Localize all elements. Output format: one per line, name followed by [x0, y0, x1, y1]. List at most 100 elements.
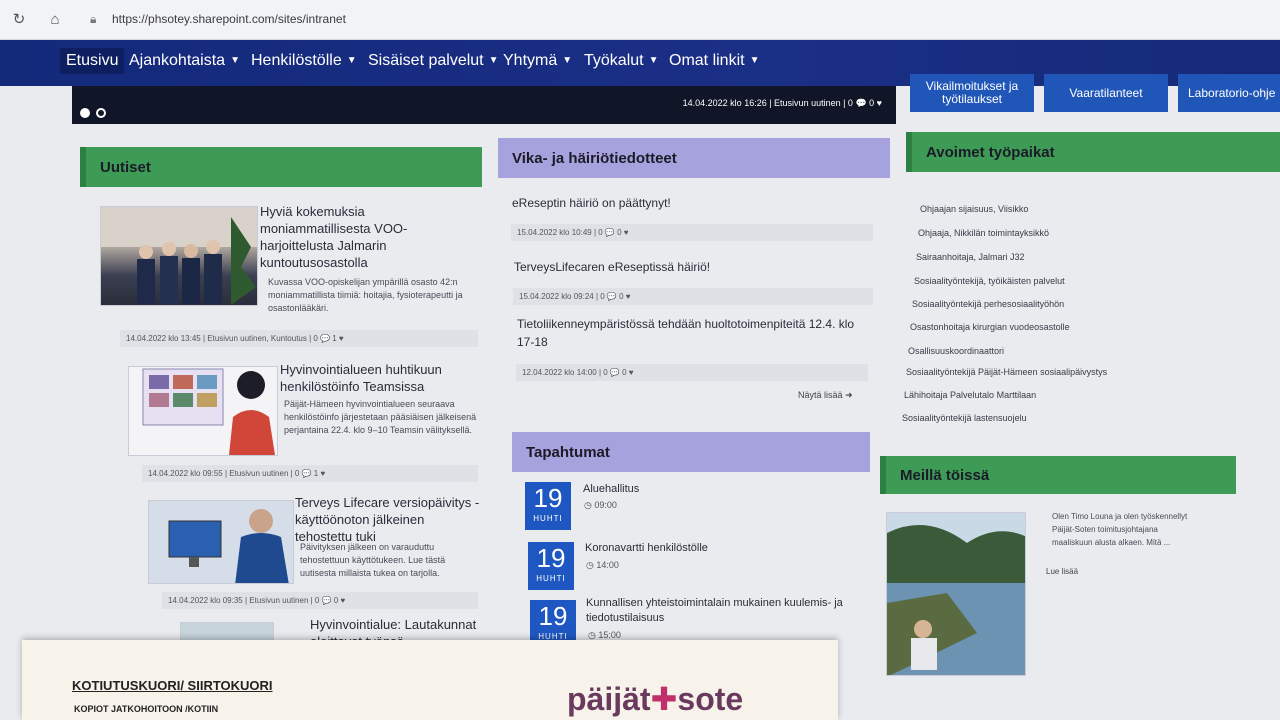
job-link[interactable]: Sairaanhoitaja, Jalmari J32 [916, 252, 1025, 262]
lock-icon: 🔒︎ [90, 12, 97, 26]
event-month: HUHTI [533, 514, 563, 523]
event-day: 19 [538, 601, 568, 631]
job-link[interactable]: Osastonhoitaja kirurgian vuodeosastolle [910, 322, 1070, 332]
clock-icon: ◷ [584, 500, 592, 510]
event-time-text: 14:00 [596, 560, 619, 570]
show-more-link[interactable]: Näytä lisää ➜ [798, 390, 853, 401]
nav-item-yhtyma[interactable]: Yhtymä ▼ [503, 52, 572, 70]
heading-text: Meillä töissä [900, 466, 990, 484]
envelope-subtitle: KOPIOT JATKOHOITOON /KOTIIN [74, 704, 219, 714]
job-link[interactable]: Sosiaalityöntekijä perhesosiaalityöhön [912, 299, 1064, 309]
fault-title[interactable]: TerveysLifecaren eReseptissä häiriö! [514, 258, 874, 276]
event-title[interactable]: Koronavartti henkilöstölle [585, 542, 708, 554]
teams-info-illustration-icon [142, 368, 275, 455]
news-meta: 14.04.2022 klo 13:45 | Etusivun uutinen,… [120, 330, 478, 347]
news-title[interactable]: Hyviä kokemuksia moniammatillisesta VOO-… [260, 203, 450, 271]
arrow-right-circle-icon: ➜ [845, 390, 853, 400]
nav-label: Etusivu [66, 52, 119, 69]
chevron-down-icon: ▼ [562, 55, 573, 66]
job-link[interactable]: Sosiaalityöntekijä Päijät-Hämeen sosiaal… [906, 367, 1107, 377]
hero-meta: 14.04.2022 klo 16:26 | Etusivun uutinen … [682, 98, 882, 108]
event-day: 19 [536, 543, 566, 573]
nav-label: Yhtymä [503, 52, 558, 69]
fault-title[interactable]: Tietoliikenneympäristössä tehdään huolto… [517, 315, 867, 351]
nav-item-henkilostolle[interactable]: Henkilöstölle ▼ [251, 52, 357, 70]
nav-item-ajankohtaista[interactable]: Ajankohtaista ▼ [129, 52, 240, 70]
nav-item-etusivu[interactable]: Etusivu [60, 48, 125, 74]
news-title[interactable]: Terveys Lifecare versiopäivitys - käyttö… [295, 494, 480, 545]
work-excerpt: Olen Timo Louna ja olen työskennellyt Pä… [1052, 512, 1188, 547]
job-link[interactable]: Sosiaalityöntekijä, työikäisten palvelut [914, 276, 1065, 286]
job-link[interactable]: Ohjaajan sijaisuus, Viisikko [920, 204, 1028, 214]
quicklink-label: Laboratorio-ohje [1188, 85, 1276, 100]
quicklink-vikailmoitukset[interactable]: Vikailmoitukset ja työtilaukset [910, 74, 1034, 112]
job-link[interactable]: Lähihoitaja Palvelutalo Marttilaan [904, 390, 1036, 400]
carousel-dot[interactable] [96, 108, 106, 118]
reload-icon[interactable]: ↻ [10, 11, 28, 29]
fault-meta: 15.04.2022 klo 10:49 | 0 💬 0 ♥ [511, 224, 873, 241]
heading-text: Vika- ja häiriötiedotteet [512, 149, 677, 167]
event-time-text: 09:00 [594, 500, 617, 510]
seaside-photo-icon [887, 513, 1025, 675]
quicklink-vaaratilanteet[interactable]: Vaaratilanteet [1044, 74, 1168, 112]
staff-photo-icon [101, 207, 257, 305]
read-more-link[interactable]: Lue lisää [1046, 567, 1078, 576]
events-heading: Tapahtumat [512, 432, 870, 472]
envelope-title: KOTIUTUSKUORI/ SIIRTOKUORI [72, 678, 273, 693]
nav-item-omat-linkit[interactable]: Omat linkit ▼ [669, 52, 759, 70]
event-date-badge: 19 HUHTI [525, 482, 571, 530]
news-image[interactable] [180, 622, 274, 642]
quicklink-label: Vaaratilanteet [1069, 85, 1143, 100]
lifecare-photo-icon [149, 501, 293, 583]
nav-item-sisaiset-palvelut[interactable]: Sisäiset palvelut ▼ [368, 52, 499, 70]
event-time: ◷ 09:00 [584, 500, 617, 511]
link-text: Näytä lisää [798, 390, 843, 400]
news-excerpt: Kuvassa VOO-opiskelijan ympärillä osasto… [268, 277, 463, 313]
chevron-down-icon: ▼ [749, 55, 760, 66]
address-bar[interactable]: https://phsotey.sharepoint.com/sites/int… [112, 12, 346, 26]
job-link[interactable]: Osallisuuskoordinaattori [908, 346, 1004, 356]
clock-icon: ◷ [586, 560, 594, 570]
job-link[interactable]: Ohjaaja, Nikkilän toimintayksikkö [918, 228, 1049, 238]
chevron-down-icon: ▼ [488, 55, 499, 66]
nav-label: Ajankohtaista [129, 52, 226, 69]
nav-item-tyokalut[interactable]: Työkalut ▼ [584, 52, 659, 70]
home-icon[interactable]: ⌂ [46, 11, 64, 29]
quicklink-laboratorio[interactable]: Laboratorio-ohje [1178, 74, 1280, 112]
news-excerpt: Päijät-Hämeen hyvinvointialueen seuraava… [284, 399, 477, 435]
news-image[interactable] [148, 500, 294, 584]
nav-label: Työkalut [584, 52, 644, 69]
chevron-down-icon: ▼ [230, 55, 240, 66]
event-day: 19 [533, 483, 563, 513]
news-meta: 14.04.2022 klo 09:55 | Etusivun uutinen … [142, 465, 478, 482]
clock-icon: ◷ [588, 630, 596, 640]
news-heading: Uutiset [80, 147, 482, 187]
work-image[interactable] [886, 512, 1026, 676]
paijat-sote-logo: päijät✚sote [567, 680, 743, 718]
news-image[interactable] [128, 366, 278, 456]
cross-logo-icon: ✚ [650, 681, 678, 717]
event-title[interactable]: Aluehallitus [583, 483, 639, 495]
chevron-down-icon: ▼ [648, 55, 659, 66]
heading-text: Avoimet työpaikat [926, 143, 1055, 161]
fault-title[interactable]: eReseptin häiriö on päättynyt! [512, 194, 872, 212]
nav-label: Omat linkit [669, 52, 745, 69]
chevron-down-icon: ▼ [346, 55, 357, 66]
news-excerpt: Päivityksen jälkeen on varauduttu tehost… [300, 542, 446, 578]
event-month: HUHTI [536, 574, 566, 583]
event-title[interactable]: Kunnallisen yhteistoimintalain mukainen … [586, 596, 856, 626]
quicklink-label: Vikailmoitukset ja työtilaukset [925, 79, 1019, 106]
event-date-badge: 19 HUHTI [528, 542, 574, 590]
carousel-dot-active[interactable] [80, 108, 90, 118]
news-image[interactable] [100, 206, 258, 306]
news-title[interactable]: Hyvinvointialueen huhtikuun henkilöstöin… [280, 361, 470, 395]
heading-text: Uutiset [100, 158, 151, 176]
event-time: ◷ 14:00 [586, 560, 619, 571]
faults-heading: Vika- ja häiriötiedotteet [498, 138, 890, 178]
fault-meta: 12.04.2022 klo 14:00 | 0 💬 0 ♥ [516, 364, 868, 381]
event-time-text: 15:00 [598, 630, 621, 640]
event-date-badge: 19 HUHTI [530, 600, 576, 641]
jobs-heading: Avoimet työpaikat [906, 132, 1280, 172]
nav-label: Sisäiset palvelut [368, 52, 484, 69]
job-link[interactable]: Sosiaalityöntekijä lastensuojelu [902, 413, 1027, 423]
